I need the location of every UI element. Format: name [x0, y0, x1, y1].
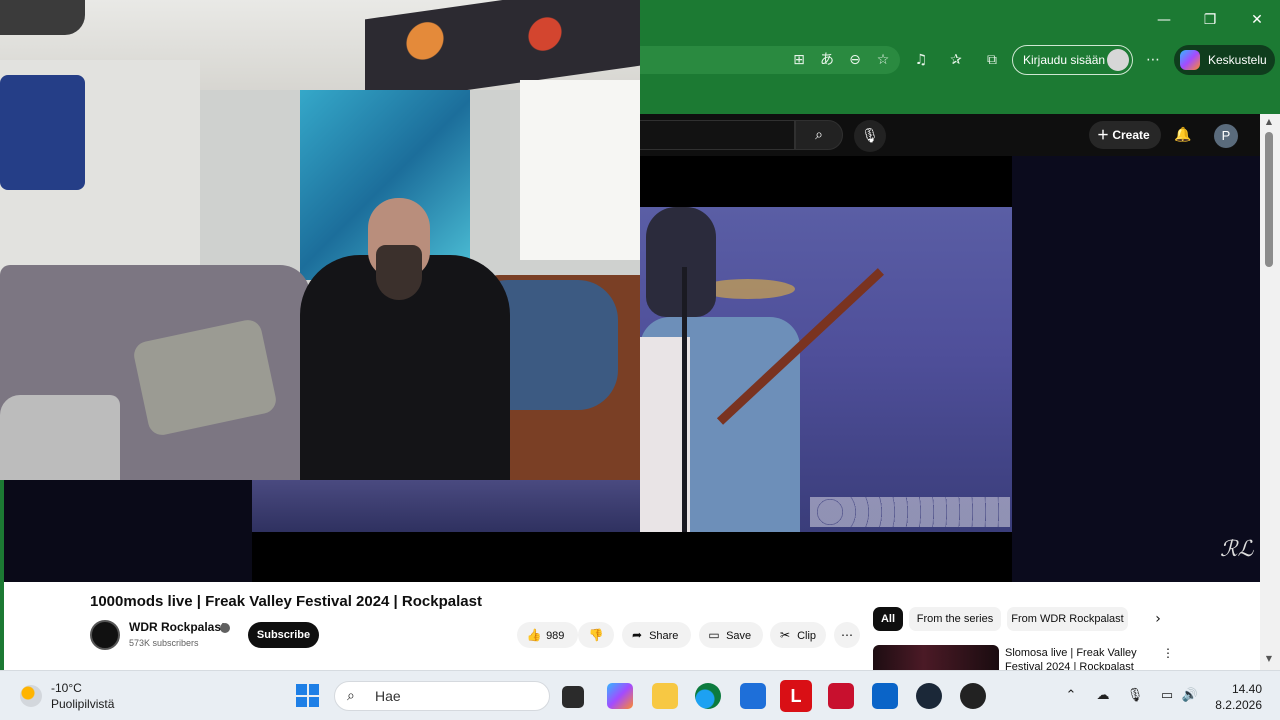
collections-icon[interactable]: ⧉: [982, 50, 1002, 70]
taskbar-search-placeholder: Hae: [375, 688, 401, 704]
save-button[interactable]: ▭ Save: [699, 622, 763, 648]
scrollbar-thumb[interactable]: [1265, 132, 1273, 267]
tray-chevron-icon[interactable]: ⌃: [1062, 687, 1080, 705]
apps-icon[interactable]: ⊞: [789, 50, 809, 70]
microphone-tray-icon[interactable]: 🎙: [1126, 687, 1144, 705]
channel-avatar[interactable]: [90, 620, 120, 650]
dislike-button[interactable]: 👎: [578, 622, 614, 648]
account-avatar[interactable]: P: [1214, 124, 1238, 148]
create-button[interactable]: ＋ Create: [1089, 121, 1161, 149]
video-title: 1000mods live | Freak Valley Festival 20…: [90, 593, 482, 610]
notifications-bell-icon[interactable]: 🔔: [1172, 124, 1194, 146]
bookmark-icon: ▭: [708, 628, 720, 642]
ceiling-duct: [0, 0, 85, 35]
streamer-beard: [376, 245, 422, 300]
favorites-icon[interactable]: ✰: [946, 50, 966, 70]
recommended-title[interactable]: Slomosa live | Freak Valley Festival 202…: [1005, 646, 1145, 670]
create-label: Create: [1112, 128, 1150, 142]
restore-icon[interactable]: ❐: [1198, 8, 1222, 32]
taskbar-search-input[interactable]: ⌕ Hae: [334, 681, 550, 711]
clip-button[interactable]: ✂ Clip: [770, 622, 826, 648]
search-magnifier-icon: ⌕: [347, 688, 355, 704]
chevron-right-icon[interactable]: ›: [1150, 609, 1166, 629]
scroll-up-icon[interactable]: ▲: [1263, 117, 1275, 127]
task-view-icon[interactable]: [562, 686, 584, 708]
video-letterbox-right: [1012, 156, 1260, 582]
clip-label: Clip: [797, 630, 817, 642]
channel-watermark[interactable]: ℛℒ: [1220, 537, 1253, 562]
translate-icon[interactable]: あ: [817, 50, 837, 70]
room-window: [520, 80, 640, 260]
sofa-blanket: [0, 395, 120, 480]
weather-condition[interactable]: Puolipilvistä: [51, 697, 114, 711]
search-input[interactable]: [640, 120, 795, 150]
signin-label: Kirjaudu sisään: [1023, 53, 1106, 67]
chip-from-channel[interactable]: From WDR Rockpalast: [1007, 607, 1128, 631]
plus-icon: ＋: [1097, 128, 1113, 142]
share-button[interactable]: ➦ Share: [622, 622, 691, 648]
search-icon[interactable]: ⌕: [795, 120, 843, 150]
zoom-out-icon[interactable]: ⊖: [845, 50, 865, 70]
more-actions-icon[interactable]: ⋯: [834, 622, 860, 648]
chip-all[interactable]: All: [873, 607, 903, 631]
scroll-down-icon[interactable]: ▼: [1263, 654, 1275, 664]
webcam-overlay: [0, 0, 640, 480]
microsoft-store-icon[interactable]: [740, 683, 766, 709]
copilot-app-icon[interactable]: [607, 683, 633, 709]
recommended-thumbnail[interactable]: [873, 645, 999, 670]
copilot-icon: [1180, 50, 1200, 70]
minimize-icon[interactable]: —: [1152, 8, 1176, 32]
weather-temperature[interactable]: -10°C: [51, 681, 82, 695]
taskbar-clock[interactable]: 14.40 8.2.2026: [1210, 681, 1262, 713]
like-button[interactable]: 👍 989: [517, 622, 578, 648]
file-explorer-icon[interactable]: [652, 683, 678, 709]
media-icon[interactable]: ♫: [911, 50, 931, 70]
obs-icon[interactable]: [960, 683, 986, 709]
subscribe-button[interactable]: Subscribe: [248, 622, 319, 648]
scissors-icon: ✂: [779, 628, 791, 642]
chip-from-series[interactable]: From the series: [909, 607, 1001, 631]
favorite-star-icon[interactable]: ☆: [873, 50, 893, 70]
copilot-label: Keskustelu: [1208, 53, 1267, 67]
microphone-icon[interactable]: 🎙: [854, 120, 886, 152]
video-frame-drums: [252, 480, 640, 532]
signin-button[interactable]: Kirjaudu sisään: [1012, 45, 1133, 75]
start-button-icon[interactable]: [296, 684, 319, 707]
like-count: 989: [546, 630, 565, 642]
mic-stand-shape: [682, 267, 687, 532]
weather-icon[interactable]: [20, 685, 42, 707]
steam-icon[interactable]: [916, 683, 942, 709]
thumbs-down-icon: 👎: [588, 628, 604, 642]
clock-date: 8.2.2026: [1215, 698, 1262, 712]
clock-time: 14.40: [1231, 682, 1262, 696]
share-label: Share: [649, 630, 679, 642]
volume-icon[interactable]: 🔊: [1181, 687, 1199, 705]
lastpass-icon[interactable]: L: [780, 680, 812, 712]
verified-badge-icon: [220, 623, 230, 633]
recommended-more-icon[interactable]: ⋮: [1162, 646, 1174, 660]
bassist-head-shape: [646, 207, 716, 317]
network-cloud-icon[interactable]: ☁: [1094, 687, 1112, 705]
stage-lights-shape: [810, 497, 1010, 527]
thumbs-up-icon: 👍: [526, 628, 542, 642]
share-arrow-icon: ➦: [631, 628, 643, 642]
save-label: Save: [726, 630, 752, 642]
browser-infobar: [640, 80, 1280, 114]
display-icon[interactable]: ▭: [1158, 687, 1176, 705]
profile-avatar-icon: [1107, 49, 1129, 71]
outlook-icon[interactable]: [872, 683, 898, 709]
video-letterbox-left: [4, 480, 252, 582]
subscriber-count: 573K subscribers: [129, 638, 199, 648]
more-icon[interactable]: ⋯: [1143, 50, 1163, 70]
edge-browser-icon[interactable]: [695, 683, 721, 709]
copilot-button[interactable]: Keskustelu: [1174, 45, 1275, 75]
windows-taskbar: [0, 670, 1280, 720]
mcafee-icon[interactable]: [828, 683, 854, 709]
video-frame: [640, 207, 1012, 532]
hanging-bag: [0, 75, 85, 190]
screen: — ❐ ✕ ⊞ あ ⊖ ☆ ♫ ✰ ⧉ Kirjaudu sisään ⋯ Ke…: [0, 0, 1280, 720]
close-icon[interactable]: ✕: [1245, 8, 1269, 32]
channel-name[interactable]: WDR Rockpalast: [129, 620, 225, 634]
